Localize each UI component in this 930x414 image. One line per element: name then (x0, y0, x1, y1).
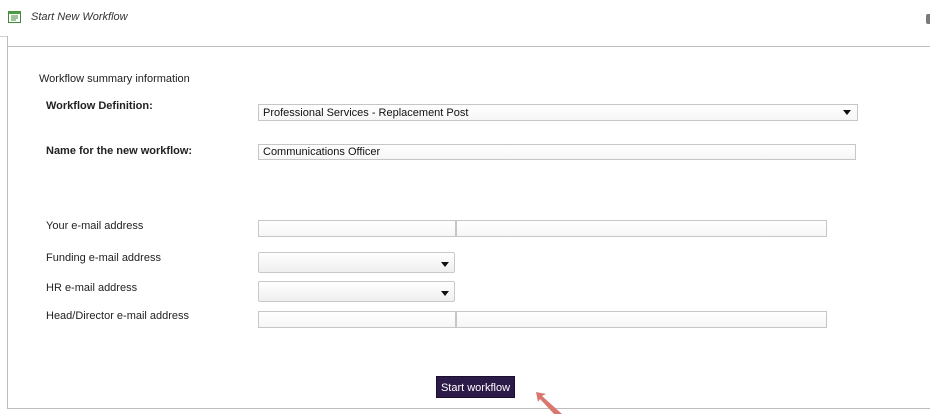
your-email-input-right[interactable] (456, 220, 827, 237)
workflow-definition-dropdown-button[interactable] (836, 102, 858, 121)
funding-email-label: Funding e-mail address (46, 252, 161, 264)
workflow-definition-select[interactable]: Professional Services - Replacement Post (258, 104, 858, 121)
funding-email-select[interactable] (258, 252, 455, 273)
workflow-name-label: Name for the new workflow: (46, 145, 193, 157)
workflow-definition-value: Professional Services - Replacement Post (263, 107, 469, 119)
chevron-down-icon (843, 110, 851, 115)
window-title: Start New Workflow (31, 11, 128, 23)
head-email-label: Head/Director e-mail address (46, 310, 190, 322)
scroll-handle[interactable] (926, 14, 930, 24)
start-workflow-button[interactable]: Start workflow (436, 376, 515, 398)
head-email-input-right[interactable] (456, 311, 827, 328)
workflow-name-value: Communications Officer (263, 146, 381, 158)
chevron-down-icon (441, 262, 449, 267)
section-heading: Workflow summary information (39, 73, 190, 85)
window-titlebar: Start New Workflow (0, 0, 930, 37)
head-email-input-left[interactable] (258, 311, 456, 328)
panel-divider (7, 46, 930, 47)
your-email-label: Your e-mail address (46, 220, 144, 232)
your-email-input-left[interactable] (258, 220, 456, 237)
form-icon (8, 11, 21, 23)
chevron-down-icon (441, 291, 449, 296)
workflow-definition-label: Workflow Definition: (46, 100, 153, 112)
hr-email-label: HR e-mail address (46, 282, 138, 294)
workflow-name-input[interactable]: Communications Officer (258, 144, 856, 160)
hr-email-select[interactable] (258, 281, 455, 302)
